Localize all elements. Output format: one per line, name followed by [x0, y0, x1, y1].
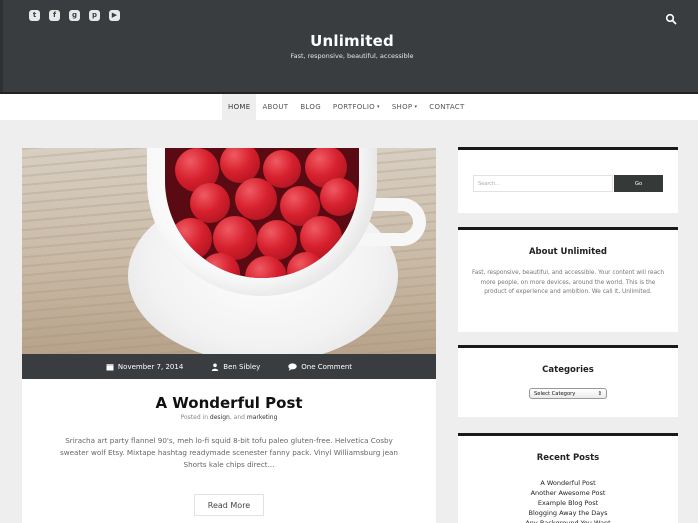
post-excerpt: Sriracha art party flannel 90's, meh lo-… — [60, 436, 398, 469]
nav-item-shop[interactable]: SHOP ▾ — [386, 94, 423, 120]
recent-post-link[interactable]: Blogging Away the Days — [458, 508, 678, 518]
post-categories: Posted in design, and marketing — [22, 414, 436, 421]
categories-widget-title: Categories — [542, 365, 594, 375]
raspberry — [257, 220, 297, 260]
chevron-down-icon: ▾ — [414, 104, 418, 110]
posted-in-label: Posted in — [180, 414, 210, 421]
read-more-button[interactable]: Read More — [194, 494, 264, 516]
user-icon — [212, 363, 219, 371]
youtube-icon[interactable]: ▶ — [109, 10, 120, 21]
raspberry — [190, 183, 230, 223]
primary-nav: HOME ABOUT BLOG PORTFOLIO ▾ SHOP ▾ CONTACT — [0, 92, 698, 120]
search-widget: Search... Go — [458, 147, 678, 213]
select-arrows-icon: ⇕ — [597, 390, 602, 397]
raspberry — [170, 218, 212, 260]
about-widget-title: About Unlimited — [528, 247, 608, 257]
post-author-text: Ben Sibley — [223, 362, 261, 371]
recent-post-link[interactable]: Another Awesome Post — [458, 488, 678, 498]
nav-item-label: PORTFOLIO — [332, 103, 375, 111]
calendar-icon — [106, 363, 114, 370]
category-select[interactable]: Select Category ⇕ — [529, 388, 607, 399]
facebook-icon[interactable]: f — [49, 10, 60, 21]
category-select-value: Select Category — [534, 390, 576, 397]
post-title[interactable]: A Wonderful Post — [22, 394, 436, 412]
post-comments[interactable]: One Comment — [288, 363, 352, 371]
nav-item-label: ABOUT — [262, 103, 289, 111]
post-date[interactable]: November 7, 2014 — [106, 363, 183, 371]
nav-item-home[interactable]: HOME — [222, 94, 257, 120]
recent-post-link[interactable]: Example Blog Post — [458, 498, 678, 508]
raspberry — [320, 178, 358, 216]
category-link-design[interactable]: design — [210, 414, 230, 421]
recent-posts-title: Recent Posts — [536, 453, 600, 463]
nav-item-blog[interactable]: BLOG — [294, 94, 327, 120]
nav-item-contact[interactable]: CONTACT — [423, 94, 470, 120]
site-tagline: Fast, responsive, beautiful, accessible — [290, 52, 414, 60]
about-widget-text: Fast, responsive, beautiful, and accessi… — [471, 270, 665, 296]
search-icon[interactable] — [665, 10, 677, 25]
comment-icon — [288, 362, 297, 371]
recent-posts-list: A Wonderful Post Another Awesome Post Exam… — [458, 478, 678, 523]
post-author[interactable]: Ben Sibley — [211, 363, 260, 371]
nav-item-label: BLOG — [300, 103, 321, 111]
nav-item-label: SHOP — [391, 103, 413, 111]
twitter-icon[interactable]: t — [29, 10, 40, 21]
social-links: t f g p ▶ — [29, 10, 120, 21]
post-featured-image[interactable] — [22, 148, 436, 354]
post-meta-bar: November 7, 2014 Ben Sibley One Comment — [22, 354, 436, 379]
about-widget: About Unlimited Fast, responsive, beauti… — [458, 227, 678, 332]
nav-item-portfolio[interactable]: PORTFOLIO ▾ — [327, 94, 386, 120]
categories-joiner: , and — [229, 414, 247, 421]
categories-widget: Categories Select Category ⇕ — [458, 345, 678, 417]
post-card: November 7, 2014 Ben Sibley One Comment … — [22, 148, 436, 523]
pinterest-icon[interactable]: p — [89, 10, 100, 21]
search-submit-button[interactable]: Go — [614, 175, 663, 192]
site-header: t f g p ▶ Unlimited Fast, responsive, be… — [0, 0, 698, 92]
post-date-text: November 7, 2014 — [117, 362, 184, 371]
nav-item-about[interactable]: ABOUT — [256, 94, 294, 120]
post-comments-text: One Comment — [301, 362, 353, 371]
nav-item-label: HOME — [228, 103, 251, 111]
category-link-marketing[interactable]: marketing — [247, 414, 278, 421]
recent-post-link[interactable]: Any Background You Want — [458, 518, 678, 523]
chevron-down-icon: ▾ — [377, 104, 380, 110]
raspberry — [235, 178, 277, 220]
google-plus-icon[interactable]: g — [69, 10, 80, 21]
recent-post-link[interactable]: A Wonderful Post — [458, 478, 678, 488]
recent-posts-widget: Recent Posts A Wonderful Post Another Awe… — [458, 433, 678, 523]
site-title[interactable]: Unlimited — [3, 32, 698, 50]
search-input[interactable]: Search... — [473, 175, 613, 192]
nav-item-label: CONTACT — [429, 103, 465, 111]
